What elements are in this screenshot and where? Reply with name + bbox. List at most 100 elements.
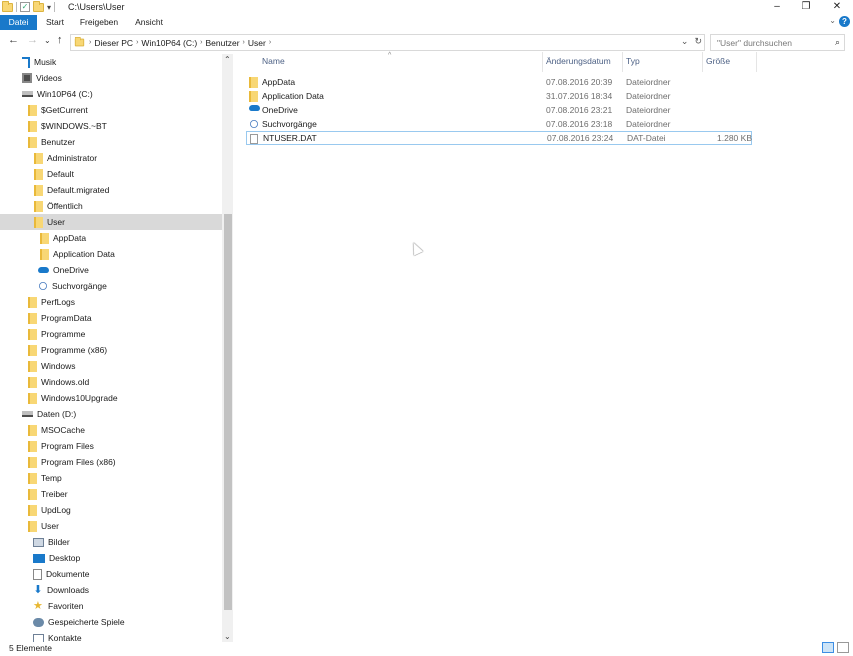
- tree-item[interactable]: Öffentlich: [0, 198, 222, 214]
- tree-item[interactable]: User: [0, 214, 222, 230]
- tree-item-label: Musik: [34, 57, 57, 67]
- column-header-name[interactable]: Name: [262, 56, 285, 66]
- column-divider[interactable]: [622, 52, 623, 72]
- tree-item-label: Dokumente: [46, 569, 90, 579]
- desktop-icon: [33, 553, 45, 563]
- up-button[interactable]: ↑: [57, 34, 63, 46]
- tree-item[interactable]: ⬇ Downloads: [0, 582, 222, 598]
- tree-item[interactable]: Administrator: [0, 150, 222, 166]
- maximize-button[interactable]: ❐: [791, 0, 821, 14]
- tree-item[interactable]: Program Files: [0, 438, 222, 454]
- tree-item[interactable]: Programme: [0, 326, 222, 342]
- tree-item[interactable]: OneDrive: [0, 262, 222, 278]
- folder-icon: [28, 440, 37, 452]
- tree-item[interactable]: UpdLog: [0, 502, 222, 518]
- scroll-down-arrow[interactable]: ⌄: [224, 632, 231, 641]
- file-date: 07.08.2016 20:39: [546, 77, 613, 87]
- breadcrumb-this-pc[interactable]: Dieser PC: [94, 38, 133, 48]
- scroll-up-arrow[interactable]: ⌃: [224, 55, 231, 64]
- quick-access-toolbar: ✓ ▾: [2, 0, 56, 13]
- column-divider[interactable]: [542, 52, 543, 72]
- tree-item[interactable]: Temp: [0, 470, 222, 486]
- minimize-button[interactable]: –: [762, 0, 792, 14]
- tree-item[interactable]: User: [0, 518, 222, 534]
- breadcrumb-separator[interactable]: ›: [243, 39, 245, 46]
- tree-item[interactable]: Gespeicherte Spiele: [0, 614, 222, 630]
- forward-button[interactable]: →: [27, 34, 38, 46]
- breadcrumb-separator[interactable]: ›: [269, 39, 271, 46]
- tree-item-label: Daten (D:): [37, 409, 77, 419]
- tree-item-label: Benutzer: [41, 137, 76, 147]
- column-divider[interactable]: [702, 52, 703, 72]
- tree-item[interactable]: MSOCache: [0, 422, 222, 438]
- breadcrumb-separator: ›: [89, 39, 92, 46]
- tree-item[interactable]: Program Files (x86): [0, 454, 222, 470]
- scrollbar-thumb[interactable]: [224, 214, 232, 610]
- file-row[interactable]: OneDrive 07.08.2016 23:21 Dateiordner: [246, 103, 752, 117]
- tree-item[interactable]: ProgramData: [0, 310, 222, 326]
- file-name: Application Data: [262, 91, 324, 101]
- tab-ansicht[interactable]: Ansicht: [130, 15, 168, 30]
- file-row[interactable]: NTUSER.DAT 07.08.2016 23:24 DAT-Datei 1.280…: [246, 131, 752, 145]
- downloads-icon: ⬇: [33, 584, 43, 596]
- file-name: NTUSER.DAT: [263, 133, 317, 143]
- tree-item[interactable]: Bilder: [0, 534, 222, 550]
- tree-item[interactable]: Windows.old: [0, 374, 222, 390]
- large-icons-view-button[interactable]: [837, 642, 849, 653]
- tree-item[interactable]: Application Data: [0, 246, 222, 262]
- tab-freigeben[interactable]: Freigeben: [75, 15, 123, 30]
- back-button[interactable]: ←: [8, 34, 19, 46]
- tree-item-label: OneDrive: [53, 265, 89, 275]
- close-button[interactable]: ✕: [822, 0, 852, 14]
- tree-item[interactable]: Default: [0, 166, 222, 182]
- column-divider[interactable]: [756, 52, 757, 72]
- refresh-icon[interactable]: ↻: [694, 36, 702, 47]
- tree-item[interactable]: Programme (x86): [0, 342, 222, 358]
- tree-item[interactable]: Videos: [0, 70, 222, 86]
- tree-item[interactable]: Dokumente: [0, 566, 222, 582]
- tree-item-label: PerfLogs: [41, 297, 76, 307]
- customize-toolbar-icon[interactable]: ▾: [47, 3, 51, 12]
- tree-item[interactable]: $GetCurrent: [0, 102, 222, 118]
- search-icon[interactable]: ⌕: [835, 37, 840, 48]
- tree-item[interactable]: Suchvorgänge: [0, 278, 222, 294]
- properties-icon[interactable]: ✓: [20, 2, 30, 12]
- breadcrumb-separator[interactable]: ›: [136, 39, 138, 46]
- breadcrumb-separator[interactable]: ›: [200, 39, 202, 46]
- tree-item[interactable]: Default.migrated: [0, 182, 222, 198]
- tree-item[interactable]: AppData: [0, 230, 222, 246]
- tree-item[interactable]: $WINDOWS.~BT: [0, 118, 222, 134]
- tree-item[interactable]: Desktop: [0, 550, 222, 566]
- file-row[interactable]: Suchvorgänge 07.08.2016 23:18 Dateiordner: [246, 117, 752, 131]
- address-dropdown-icon[interactable]: ⌄: [681, 36, 689, 47]
- tree-item[interactable]: Treiber: [0, 486, 222, 502]
- details-view-button[interactable]: [822, 642, 834, 653]
- tree-item[interactable]: PerfLogs: [0, 294, 222, 310]
- tree-item[interactable]: Windows: [0, 358, 222, 374]
- recent-locations-button[interactable]: ⌄: [44, 36, 51, 45]
- tree-item[interactable]: Kontakte: [0, 630, 222, 642]
- column-header-type[interactable]: Typ: [626, 56, 640, 66]
- tree-item[interactable]: Win10P64 (C:): [0, 86, 222, 102]
- file-name: AppData: [262, 77, 296, 87]
- tree-item[interactable]: Musik: [0, 54, 222, 70]
- breadcrumb-drive[interactable]: Win10P64 (C:): [141, 38, 197, 48]
- new-folder-icon[interactable]: [33, 0, 44, 12]
- file-row[interactable]: Application Data 31.07.2016 18:34 Dateiord…: [246, 89, 752, 103]
- breadcrumb-benutzer[interactable]: Benutzer: [206, 38, 240, 48]
- file-row[interactable]: AppData 07.08.2016 20:39 Dateiordner: [246, 75, 752, 89]
- tab-start[interactable]: Start: [40, 15, 70, 30]
- nav-pane-scrollbar[interactable]: ⌃ ⌄: [222, 54, 233, 642]
- tree-item[interactable]: Benutzer: [0, 134, 222, 150]
- tree-item[interactable]: Windows10Upgrade: [0, 390, 222, 406]
- column-header-size[interactable]: Größe: [706, 56, 730, 66]
- tab-datei[interactable]: Datei: [0, 15, 37, 30]
- expand-ribbon-icon[interactable]: ⌄: [829, 16, 836, 25]
- tree-item[interactable]: ★ Favoriten: [0, 598, 222, 614]
- address-bar[interactable]: › Dieser PC › Win10P64 (C:) › Benutzer ›…: [70, 34, 705, 51]
- column-header-date[interactable]: Änderungsdatum: [546, 56, 611, 66]
- breadcrumb-user[interactable]: User: [248, 38, 266, 48]
- search-input[interactable]: "User" durchsuchen ⌕: [710, 34, 845, 51]
- tree-item[interactable]: Daten (D:): [0, 406, 222, 422]
- help-icon[interactable]: ?: [839, 16, 850, 27]
